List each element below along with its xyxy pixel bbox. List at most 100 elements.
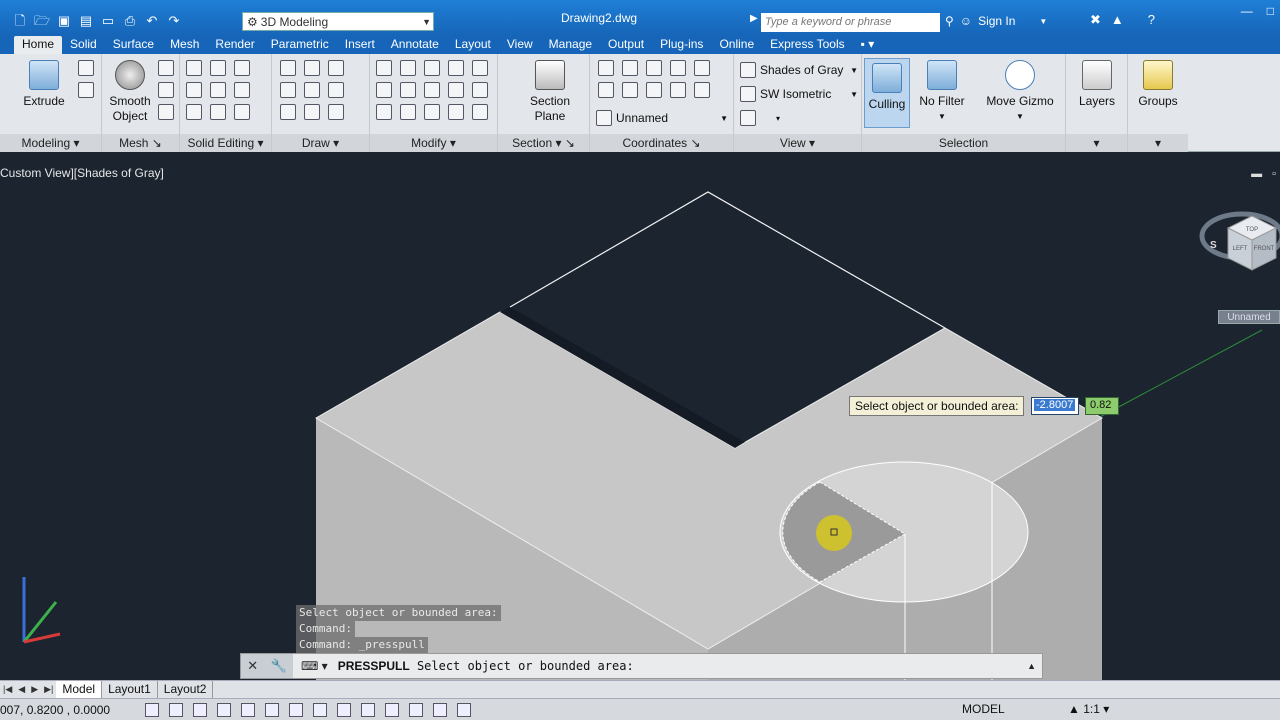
groups-button[interactable]: Groups [1136,60,1180,109]
binoculars-icon[interactable]: ⚲ [945,14,954,28]
circle-icon[interactable] [328,82,344,98]
panel-title-modeling[interactable]: Modeling ▾ [0,134,101,152]
view-dropdown[interactable]: SW Isometric ▼ [740,84,858,104]
tab-model[interactable]: Model [56,680,103,699]
new-icon[interactable]: 🗋 [12,13,28,29]
visual-style-dropdown[interactable]: Shades of Gray ▼ [740,60,858,80]
help-icon[interactable]: ? [1148,12,1155,28]
panel-title-view[interactable]: View ▾ [734,134,861,152]
mesh-smooth-more-icon[interactable] [158,60,174,76]
culling-button[interactable]: Culling [864,58,910,128]
transparency-icon[interactable] [409,702,423,717]
union-icon[interactable] [186,60,202,76]
annotation-scale[interactable]: ▲ 1:1 ▾ [1068,702,1109,716]
slice-icon[interactable] [210,82,226,98]
tab-layout1[interactable]: Layout1 [102,680,158,699]
polygon-icon[interactable] [280,104,296,120]
ortho-icon[interactable] [217,702,231,717]
polar-icon[interactable] [241,702,255,717]
model-space-button[interactable]: MODEL [962,702,1005,716]
erase-icon[interactable] [376,104,392,120]
rotate-icon[interactable] [424,82,440,98]
search-input[interactable]: Type a keyword or phrase [761,13,940,32]
command-line[interactable]: ✕ 🔧 ⌨ ▾ PRESSPULL Select object or bound… [240,653,1043,679]
intersect-icon[interactable] [186,82,202,98]
3d-align-icon[interactable] [448,60,464,76]
tab-surface[interactable]: Surface [105,36,162,54]
extrude-faces-icon[interactable] [234,104,250,120]
mesh-refine-icon[interactable] [158,104,174,120]
arc-icon[interactable] [328,60,344,76]
line-icon[interactable] [304,82,320,98]
ucs-menu-button[interactable]: Unnamed [1218,310,1280,324]
3d-rotate-icon[interactable] [400,60,416,76]
separate-icon[interactable] [234,60,250,76]
presspull-icon[interactable] [78,82,94,98]
section-plane-button[interactable]: Section Plane [524,60,576,124]
ucs-3point-icon[interactable] [646,82,662,98]
3d-move-icon[interactable] [424,60,440,76]
coordinate-readout[interactable]: 007, 0.8200 , 0.0000 [0,703,140,717]
ribbon-options-icon[interactable]: ▪ ▾ [853,36,883,54]
ucs-zaxis-icon[interactable] [670,82,686,98]
selection-cycling-icon[interactable] [457,702,471,717]
rectangle-icon[interactable] [304,104,320,120]
ucs-z-icon[interactable] [694,60,710,76]
polyline-icon[interactable] [280,60,296,76]
ducs-icon[interactable] [337,702,351,717]
groups-expand-icon[interactable]: ▾ [1128,134,1188,152]
subtract-icon[interactable] [210,60,226,76]
close-icon[interactable]: ✕ [247,658,258,674]
ucs-x-icon[interactable] [646,60,662,76]
thicken-icon[interactable] [210,104,226,120]
sign-in-button[interactable]: ⚲ ☺ Sign In ▼ [945,14,1047,28]
panel-title-draw[interactable]: Draw ▾ [272,134,369,152]
ucs-y-icon[interactable] [670,60,686,76]
dynamic-input-x[interactable]: -2.8007 [1031,397,1079,415]
save-as-icon[interactable]: ▤ [78,13,94,29]
extract-edges-icon[interactable] [234,82,250,98]
extrude-button[interactable]: Extrude [22,60,66,109]
tab-layout[interactable]: Layout [447,36,499,54]
redo-icon[interactable]: ↷ [166,13,182,29]
tab-home[interactable]: Home [14,36,63,54]
tab-solid[interactable]: Solid [62,36,105,54]
otrack-icon[interactable] [313,702,327,717]
ucs-icon[interactable] [598,60,614,76]
drawing-viewport[interactable]: Custom View][Shades of Gray] ▬ ▫ TOP LEF… [0,152,1280,680]
array-icon[interactable] [472,104,488,120]
panel-title-section[interactable]: Section ▾ ↘ [498,134,589,152]
open-icon[interactable]: 🗁 [34,13,50,29]
chevron-up-icon[interactable]: ▲ [1027,661,1036,671]
tab-express-tools[interactable]: Express Tools [762,36,852,54]
tab-online[interactable]: Online [711,36,762,54]
dyn-icon[interactable] [361,702,375,717]
exchange-icon[interactable]: ✖ [1090,12,1101,28]
tab-plugins[interactable]: Plug-ins [652,36,711,54]
panel-title-coordinates[interactable]: Coordinates ↘ [590,134,733,152]
mesh-smooth-less-icon[interactable] [158,82,174,98]
tab-layout2[interactable]: Layout2 [158,680,214,699]
stretch-icon[interactable] [448,104,464,120]
3d-osnap-icon[interactable] [289,702,303,717]
plot-preview-icon[interactable]: ▭ [100,13,116,29]
quick-properties-icon[interactable] [433,702,447,717]
triangle-icon[interactable] [400,104,416,120]
interfere-icon[interactable] [186,104,202,120]
panel-title-solid-editing[interactable]: Solid Editing ▾ [180,134,271,152]
layers-expand-icon[interactable]: ▾ [1066,134,1127,152]
osnap-icon[interactable] [265,702,279,717]
tab-parametric[interactable]: Parametric [263,36,337,54]
tab-view[interactable]: View [499,36,541,54]
spline-icon[interactable] [280,82,296,98]
ucs-dropdown[interactable]: Unnamed ▼ [596,108,728,128]
search-expand-icon[interactable]: ▶ [750,13,758,24]
smooth-object-button[interactable]: Smooth Object [106,60,154,124]
next-layout-icon[interactable]: ▶ [28,684,41,695]
dynamic-input-x-value[interactable]: -2.8007 [1034,399,1076,411]
helix-icon[interactable] [304,60,320,76]
copy-icon[interactable] [424,104,440,120]
layers-button[interactable]: Layers [1074,60,1120,109]
infer-constraints-icon[interactable] [145,702,159,717]
polysolid-icon[interactable] [78,60,94,76]
